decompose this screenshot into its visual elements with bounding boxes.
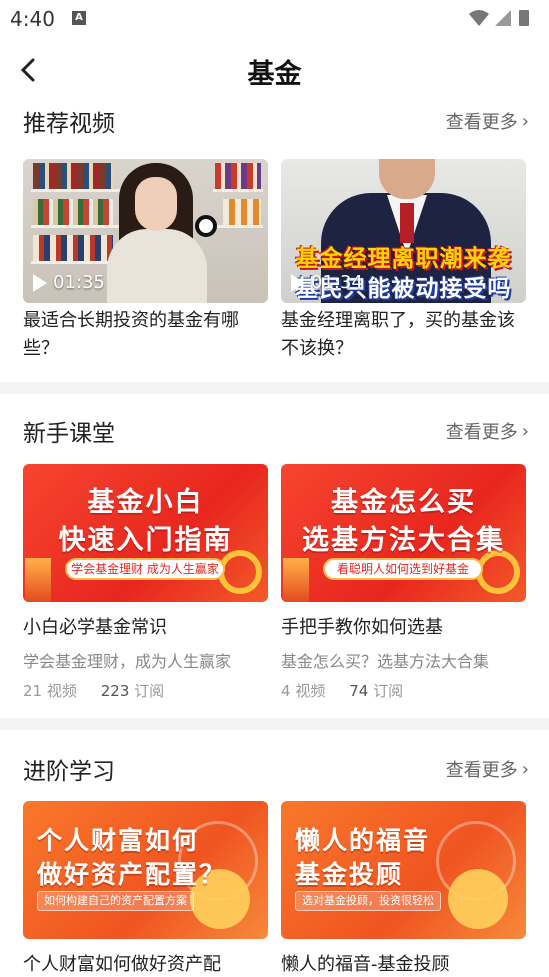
- video-count-label: 视频: [46, 682, 77, 700]
- course-stats: 21 视频 223 订阅: [23, 680, 268, 701]
- banner-tagline: 如何构建自己的资产配置方案: [37, 891, 194, 911]
- course-card[interactable]: 个人财富如何 做好资产配置？ 如何构建自己的资产配置方案 个人财富如何做好资产配: [23, 801, 268, 977]
- see-more-label: 查看更多: [445, 422, 518, 443]
- app-header: 基金: [0, 40, 549, 100]
- course-subtitle: 学会基金理财，成为人生赢家: [23, 652, 232, 671]
- video-card[interactable]: 01:35 最适合长期投资的基金有哪些？: [23, 159, 268, 363]
- banner-tagline: 看聪明人如何选到好基金: [323, 558, 483, 580]
- subscriber-count-label: 订阅: [373, 682, 404, 700]
- video-count: 21: [23, 682, 43, 700]
- subscriber-count: 74: [349, 682, 369, 700]
- duration-label: 01:35: [53, 272, 105, 293]
- banner-headline-1: 个人财富如何: [37, 826, 200, 855]
- course-title[interactable]: 小白必学基金常识: [23, 614, 268, 642]
- section-beginner-class: 新手课堂 查看更多 › 基金小白 快速入门指南 学会基金理财 成为人生赢家 小白…: [0, 394, 549, 714]
- banner-headline-2: 基金投顾: [295, 860, 404, 889]
- page-title: 基金: [247, 59, 302, 90]
- video-duration: 01:35: [33, 272, 105, 293]
- video-count-label: 视频: [295, 682, 326, 700]
- course-card[interactable]: 基金小白 快速入门指南 学会基金理财 成为人生赢家 小白必学基金常识 学会基金理…: [23, 464, 268, 701]
- coin-decoration: [448, 869, 508, 929]
- building-decoration: [25, 558, 51, 602]
- course-banner[interactable]: 个人财富如何 做好资产配置？ 如何构建自己的资产配置方案: [23, 801, 268, 939]
- banner-headline-2: 选基方法大合集: [302, 525, 505, 556]
- video-thumbnail[interactable]: 基金经理离职潮来袭 基民只能被动接受吗 01:34: [281, 159, 526, 303]
- chevron-right-icon: ›: [521, 420, 529, 442]
- building-decoration: [283, 558, 309, 602]
- notification-icon: A: [72, 11, 86, 25]
- video-duration: 01:34: [291, 272, 363, 293]
- signal-battery-icons: [469, 10, 529, 26]
- chevron-right-icon: ›: [521, 758, 529, 780]
- wifi-icon: [469, 10, 489, 26]
- section-divider: [0, 382, 549, 394]
- banner-headline-1: 基金小白: [87, 487, 204, 518]
- video-title[interactable]: 基金经理离职了，买的基金该不该换？: [281, 307, 526, 363]
- play-icon: [33, 273, 47, 292]
- see-more-link[interactable]: 查看更多 ›: [446, 108, 529, 134]
- video-count: 4: [281, 682, 291, 700]
- chevron-right-icon: ›: [521, 110, 529, 132]
- course-banner[interactable]: 懒人的福音 基金投顾 选对基金投顾，投资很轻松: [281, 801, 526, 939]
- video-title[interactable]: 最适合长期投资的基金有哪些？: [23, 307, 268, 363]
- see-more-link[interactable]: 查看更多 ›: [446, 418, 529, 444]
- subscriber-count: 223: [100, 682, 130, 700]
- play-icon: [291, 273, 305, 292]
- course-card[interactable]: 基金怎么买 选基方法大合集 看聪明人如何选到好基金 手把手教你如何选基 基金怎么…: [281, 464, 526, 701]
- banner-headline-2: 做好资产配置？: [37, 860, 227, 889]
- banner-headline-2: 快速入门指南: [58, 525, 233, 556]
- course-banner[interactable]: 基金怎么买 选基方法大合集 看聪明人如何选到好基金: [281, 464, 526, 602]
- course-title[interactable]: 懒人的福音-基金投顾: [281, 951, 526, 977]
- status-time: 4:40: [10, 7, 55, 31]
- video-thumbnail[interactable]: 01:35: [23, 159, 268, 303]
- course-card[interactable]: 懒人的福音 基金投顾 选对基金投顾，投资很轻松 懒人的福音-基金投顾: [281, 801, 526, 977]
- banner-tagline: 选对基金投顾，投资很轻松: [295, 891, 441, 911]
- see-more-label: 查看更多: [445, 760, 518, 781]
- duration-label: 01:34: [311, 272, 363, 293]
- section-divider: [0, 718, 549, 730]
- see-more-link[interactable]: 查看更多 ›: [446, 756, 529, 782]
- banner-headline-1: 基金怎么买: [331, 487, 476, 518]
- subscriber-count-label: 订阅: [134, 682, 165, 700]
- cell-signal-icon: [495, 10, 511, 26]
- battery-icon: [519, 10, 529, 26]
- video-overlay-line1: 基金经理离职潮来袭: [295, 246, 512, 272]
- see-more-label: 查看更多: [445, 112, 518, 133]
- status-bar: 4:40 A: [0, 0, 549, 36]
- section-title: 进阶学习: [23, 759, 115, 785]
- course-title[interactable]: 手把手教你如何选基: [281, 614, 526, 642]
- course-subtitle: 基金怎么买？选基方法大合集: [281, 652, 490, 671]
- video-card[interactable]: 基金经理离职潮来袭 基民只能被动接受吗 01:34 基金经理离职了，买的基金该不…: [281, 159, 526, 363]
- section-title: 新手课堂: [23, 421, 115, 447]
- banner-headline-1: 懒人的福音: [295, 826, 431, 855]
- banner-tagline: 学会基金理财 成为人生赢家: [65, 558, 225, 580]
- course-title[interactable]: 个人财富如何做好资产配: [23, 951, 268, 977]
- section-advanced-learning: 进阶学习 查看更多 › 个人财富如何 做好资产配置？ 如何构建自己的资产配置方案…: [0, 730, 549, 977]
- section-recommended-videos: 推荐视频 查看更多 › 01:35 最适合长期投资的基金有哪些？ 基金经理离职潮…: [0, 100, 549, 380]
- panda-toy: [195, 215, 217, 237]
- section-title: 推荐视频: [23, 111, 115, 137]
- course-banner[interactable]: 基金小白 快速入门指南 学会基金理财 成为人生赢家: [23, 464, 268, 602]
- course-stats: 4 视频 74 订阅: [281, 680, 526, 701]
